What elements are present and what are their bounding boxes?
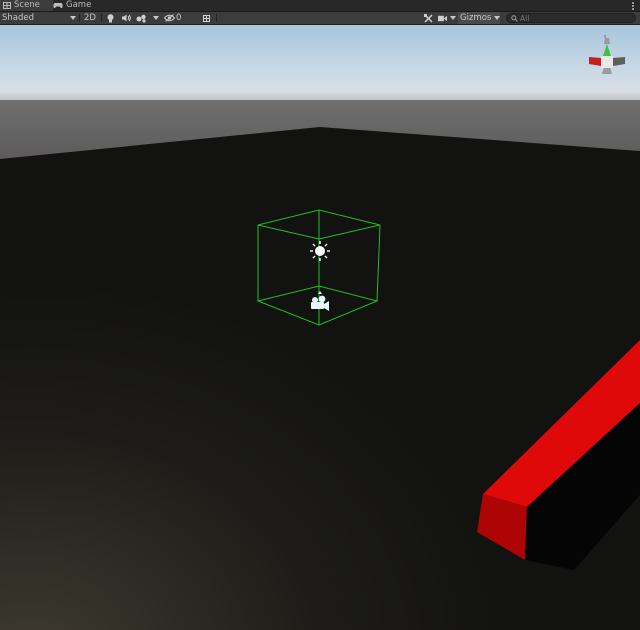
scene-grid-icon xyxy=(3,2,11,9)
toolbar-divider xyxy=(79,14,80,22)
tab-scene[interactable]: Scene xyxy=(0,0,53,11)
tab-bar: Scene Game xyxy=(0,0,640,12)
gizmos-label: Gizmos xyxy=(460,13,492,23)
hidden-objects-count: 0 xyxy=(176,13,182,23)
draw-mode-dropdown[interactable]: Shaded xyxy=(2,12,76,24)
lighting-toggle-button[interactable] xyxy=(104,12,116,24)
lightbulb-icon xyxy=(107,13,113,22)
toolbar-divider xyxy=(101,14,102,22)
gamepad-icon xyxy=(53,3,63,9)
draw-mode-label: Shaded xyxy=(2,13,35,23)
audio-toggle-button[interactable] xyxy=(120,12,132,24)
effects-icon xyxy=(136,14,146,23)
chevron-down-icon xyxy=(494,16,501,20)
toggle-2d-label: 2D xyxy=(84,13,96,23)
gizmos-dropdown[interactable]: Gizmos xyxy=(458,12,501,24)
tools-icon xyxy=(423,13,433,23)
chevron-down-icon xyxy=(153,16,159,20)
directional-light-icon[interactable] xyxy=(310,241,330,261)
chevron-down-icon xyxy=(450,16,456,20)
tab-game[interactable]: Game xyxy=(50,0,99,11)
more-options-icon[interactable] xyxy=(630,0,636,11)
effects-dropdown[interactable] xyxy=(136,12,160,24)
camera-icon xyxy=(438,15,447,21)
tools-button[interactable] xyxy=(422,12,434,24)
camera-settings-dropdown[interactable] xyxy=(438,12,456,24)
hidden-objects-toggle[interactable]: 0 xyxy=(164,12,184,24)
search-icon xyxy=(511,14,518,22)
search-field[interactable] xyxy=(506,13,636,23)
chevron-down-icon xyxy=(70,16,76,20)
hidden-objects-icon xyxy=(164,14,175,22)
toolbar-divider xyxy=(216,14,217,22)
tab-game-label: Game xyxy=(66,0,92,10)
grid-icon xyxy=(202,14,210,22)
grid-dropdown[interactable] xyxy=(200,12,212,24)
scene-viewport[interactable] xyxy=(0,25,640,630)
toggle-2d-button[interactable]: 2D xyxy=(82,12,98,24)
tab-scene-label: Scene xyxy=(14,0,40,10)
search-input[interactable] xyxy=(518,13,620,23)
scene-toolbar: Shaded 2D 0 Gizmos All xyxy=(0,12,640,25)
skybox xyxy=(0,25,640,103)
audio-icon xyxy=(121,14,131,22)
